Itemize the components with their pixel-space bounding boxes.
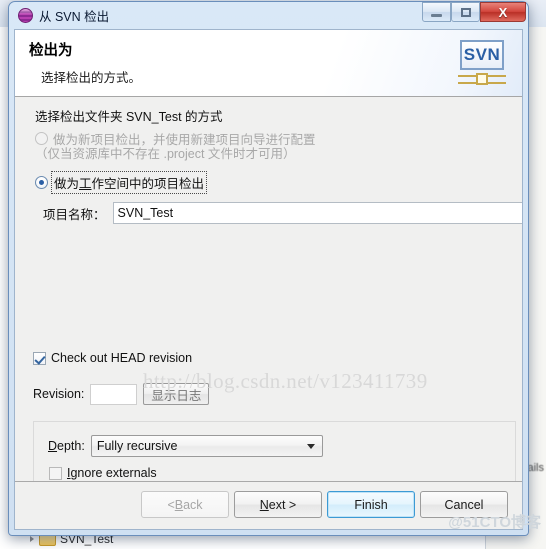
radio-indicator-selected-icon [35,176,48,189]
minimize-button[interactable] [422,2,451,22]
radio-checkout-as-workspace-project[interactable]: 做为工作空间中的项目检出 [35,171,208,194]
depth-combobox[interactable]: Fully recursive [90,435,323,457]
svn-logo-icon: SVN [456,38,508,90]
maximize-button[interactable] [451,2,480,22]
dialog-client-area: 检出为 选择检出的方式。 SVN 选择检出文件夹 SVN_Test 的方式 做为… [14,29,523,530]
revision-label: Revision: [33,387,85,401]
project-name-row: 项目名称： [43,202,522,224]
checkbox-checkout-head-revision[interactable]: Check out HEAD revision [33,351,192,365]
minimize-icon [431,13,442,17]
checkbox-ignore-externals[interactable]: Ignore externals [49,466,157,480]
project-name-input[interactable] [112,202,522,224]
window-controls: X [422,2,526,22]
svn-logo-node [476,73,488,85]
dialog-button-row: < Back Next > Finish Cancel [141,491,508,518]
back-button[interactable]: < Back [141,491,229,518]
checkbox-unchecked-icon [49,466,62,480]
page-title: 检出为 [29,43,73,59]
wizard-body: 选择检出文件夹 SVN_Test 的方式 做为新项目检出，并使用新建项目向导进行… [15,98,522,504]
revision-input[interactable] [90,383,138,405]
depth-row: Depth: Fully recursive [48,435,323,457]
dialog-titlebar[interactable]: 从 SVN 检出 X [14,2,526,29]
checkbox-ignore-externals-label: Ignore externals [67,466,157,480]
checkout-dialog: 从 SVN 检出 X 检出为 选择检出的方式。 SVN 选择检出文件夹 SVN_… [8,1,529,536]
depth-label: Depth: [48,439,85,453]
revision-row: Revision: 显示日志 [33,383,210,405]
show-log-button[interactable]: 显示日志 [143,383,210,405]
finish-button[interactable]: Finish [327,491,415,518]
next-button[interactable]: Next > [234,491,322,518]
dialog-button-bar: < Back Next > Finish Cancel [15,481,522,529]
new-project-hint: （仅当资源库中不存在 .project 文件时才可用） [35,147,296,161]
checkout-mode-group-label: 选择检出文件夹 SVN_Test 的方式 [35,110,223,124]
cancel-button[interactable]: Cancel [420,491,508,518]
project-name-label: 项目名称： [43,207,106,222]
radio-checkout-as-workspace-project-label: 做为工作空间中的项目检出 [50,171,208,194]
workbench-right-panel-text: ails [527,462,544,474]
close-button[interactable]: X [480,2,526,22]
wizard-header: 检出为 选择检出的方式。 SVN [15,30,522,97]
checkbox-checked-icon [33,351,46,365]
svn-logo-text: SVN [463,45,501,64]
svn-repository-sphere-icon [18,8,33,23]
checkbox-checkout-head-revision-label: Check out HEAD revision [51,351,193,365]
maximize-icon [460,7,471,17]
close-icon: X [498,4,508,20]
dialog-title: 从 SVN 检出 [39,10,110,24]
page-subtitle: 选择检出的方式。 [41,71,142,85]
svn-logo-box: SVN [460,40,504,70]
depth-combobox-value: Fully recursive [96,439,178,453]
chevron-down-icon [306,443,315,449]
chevron-right-icon [30,536,34,542]
